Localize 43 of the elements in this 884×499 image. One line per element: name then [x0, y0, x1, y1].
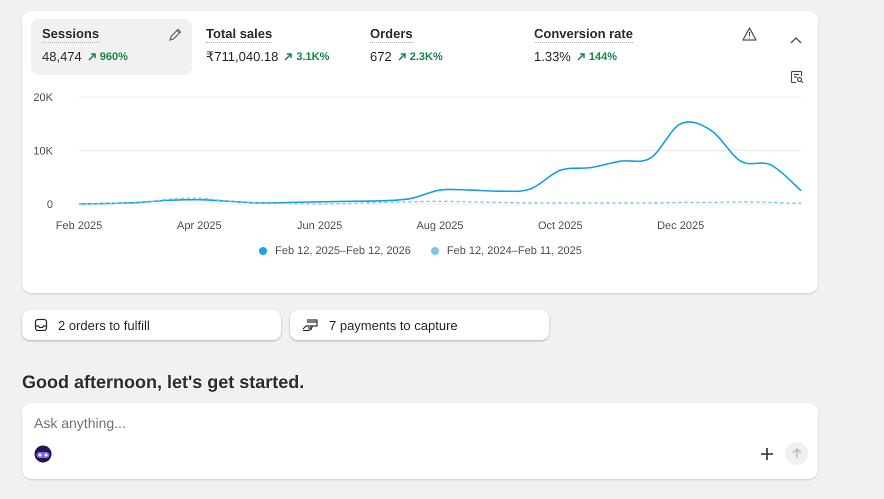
task-button[interactable]: 2 orders to fulfill [22, 310, 281, 340]
arrow-up-right-icon [576, 52, 585, 60]
metric-tab[interactable]: Conversion rate 1.33% 144% [523, 19, 684, 75]
legend-label: Feb 12, 2024–Feb 11, 2025 [446, 245, 582, 257]
metric-change: 3.1K% [296, 51, 330, 63]
hand-card-icon [302, 318, 319, 332]
arrow-up-right-icon [88, 52, 96, 60]
metric-value: ₹711,040.18 [206, 49, 278, 65]
arrow-up-icon [792, 448, 802, 459]
x-axis-label: Apr 2025 [177, 220, 222, 232]
metric-value: 672 [370, 49, 392, 64]
metric-tab[interactable]: Sessions 48,474 960% [31, 19, 192, 75]
y-axis-label: 0 [46, 199, 53, 211]
arrow-up-right-icon [284, 53, 292, 61]
metric-label: Sessions [42, 26, 100, 43]
pencil-icon[interactable] [168, 28, 182, 42]
metric-change: 960% [100, 50, 128, 62]
search-report-icon[interactable] [790, 70, 804, 84]
x-axis-label: Aug 2025 [416, 220, 464, 232]
x-axis-label: Jun 2025 [297, 220, 342, 232]
x-axis-label: Oct 2025 [538, 220, 583, 232]
y-axis-label: 10K [33, 146, 53, 158]
x-axis-label: Feb 2025 [56, 220, 102, 232]
x-axis-label: Dec 2025 [657, 220, 704, 232]
robot-avatar-icon [34, 444, 52, 462]
task-button[interactable]: 7 payments to capture [290, 310, 549, 340]
metric-change: 144% [588, 50, 618, 62]
metric-tab[interactable]: Total sales ₹711,040.18 3.1K% [195, 19, 356, 75]
warning-icon[interactable] [742, 27, 757, 41]
metric-value: 48,474 [42, 49, 82, 64]
legend-label: Feb 12, 2025–Feb 12, 2026 [275, 245, 411, 257]
metric-tab[interactable]: Orders 672 2.3K% [359, 19, 520, 75]
greeting-heading: Good afternoon, let's get started. [22, 372, 306, 393]
metric-label: Conversion rate [534, 26, 633, 43]
inbox-icon [34, 318, 48, 332]
metric-change: 2.3K% [410, 50, 443, 62]
metric-value: 1.33% [534, 49, 571, 64]
metric-label: Total sales [206, 26, 272, 43]
metric-label: Orders [370, 26, 413, 43]
arrow-up-right-icon [398, 52, 406, 60]
plus-icon[interactable] [761, 448, 773, 460]
y-axis-label: 20K [33, 92, 53, 104]
chevron-up-icon[interactable] [790, 36, 802, 44]
